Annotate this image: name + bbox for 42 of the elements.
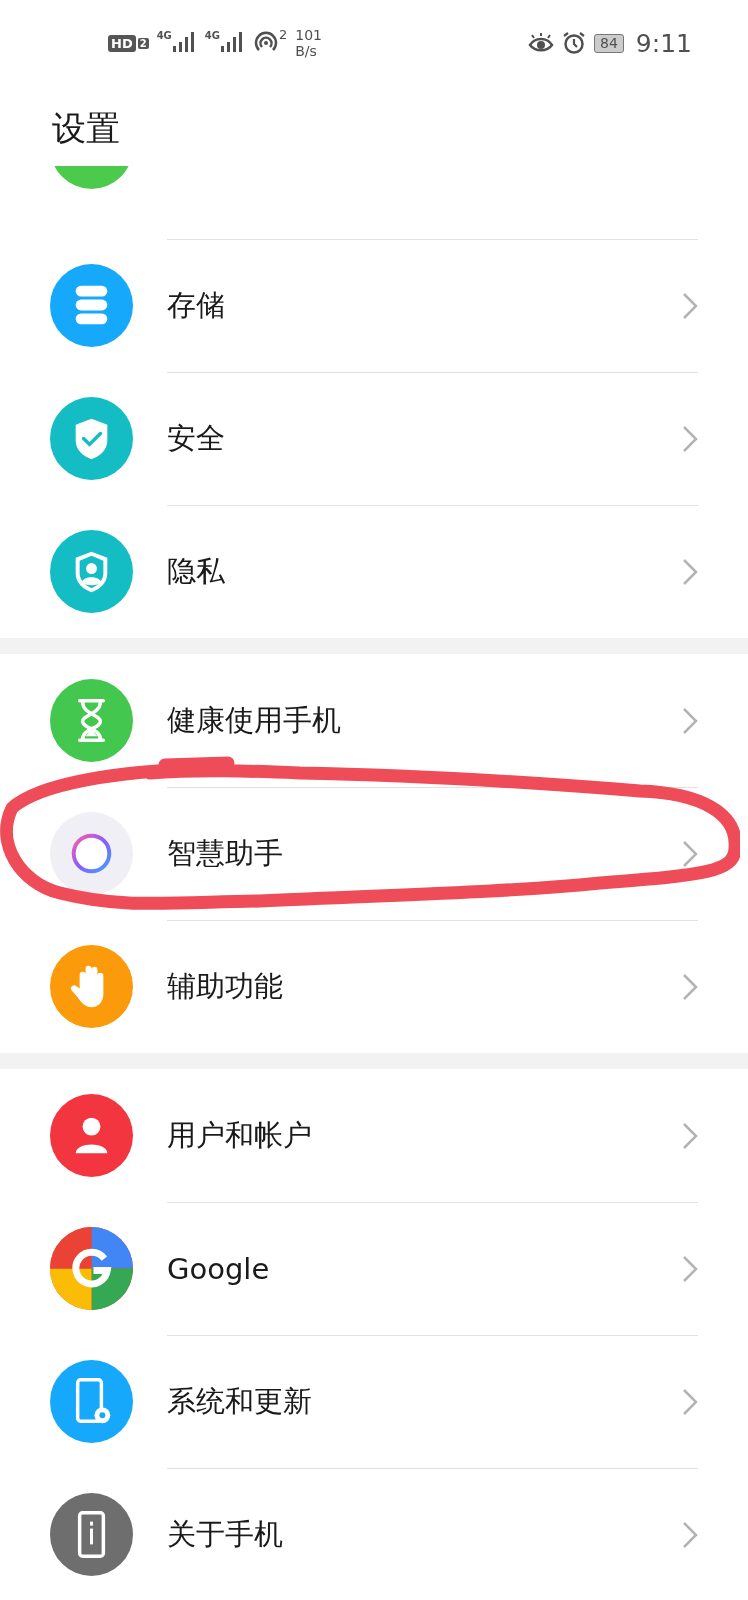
settings-item-label: 安全 bbox=[167, 420, 226, 457]
settings-item-label: 存储 bbox=[167, 287, 226, 324]
settings-item[interactable]: 系统和更新 bbox=[0, 1335, 748, 1468]
chevron-right-icon bbox=[682, 425, 698, 453]
settings-item-label: 智慧助手 bbox=[167, 835, 284, 872]
battery-level: 84 bbox=[594, 33, 624, 53]
settings-item[interactable]: 智慧助手 bbox=[0, 787, 748, 920]
clock-time: 9:11 bbox=[635, 28, 692, 58]
settings-item[interactable]: 隐私 bbox=[0, 505, 748, 638]
settings-item-label: 隐私 bbox=[167, 553, 226, 590]
hotspot-count: 2 bbox=[279, 27, 288, 42]
chevron-right-icon bbox=[682, 1121, 698, 1150]
speed-value: 101 bbox=[295, 27, 322, 43]
settings-item-label: 用户和帐户 bbox=[167, 1116, 313, 1154]
chevron-right-icon bbox=[682, 1255, 698, 1283]
settings-item[interactable]: 健康使用手机 bbox=[0, 654, 748, 787]
settings-item-label: 健康使用手机 bbox=[167, 701, 342, 739]
settings-item[interactable]: 用户和帐户 bbox=[0, 1069, 748, 1202]
settings-item[interactable]: 安全 bbox=[0, 372, 748, 505]
eye-icon bbox=[528, 32, 555, 54]
hd-badge: HD bbox=[108, 34, 136, 52]
chevron-right-icon bbox=[682, 840, 698, 868]
chevron-right-icon bbox=[682, 973, 698, 1001]
alarm-icon bbox=[562, 31, 587, 55]
speed-unit: B/s bbox=[295, 43, 318, 59]
chevron-right-icon bbox=[682, 558, 698, 586]
chevron-right-icon bbox=[682, 1521, 698, 1549]
network-type: 4G bbox=[156, 30, 172, 41]
chevron-right-icon bbox=[682, 1388, 698, 1416]
settings-item[interactable]: 存储 bbox=[0, 239, 748, 372]
chevron-right-icon bbox=[682, 292, 698, 320]
settings-item-label: Google bbox=[167, 1252, 271, 1286]
chevron-right-icon bbox=[682, 706, 698, 735]
settings-item[interactable]: Google bbox=[0, 1202, 748, 1335]
settings-item[interactable]: 辅助功能 bbox=[0, 920, 748, 1053]
network-type: 4G bbox=[204, 30, 220, 41]
page-title: 设置 bbox=[51, 107, 121, 150]
settings-item-label: 辅助功能 bbox=[167, 968, 284, 1005]
settings-item-label: 关于手机 bbox=[167, 1516, 284, 1553]
hd-sim-badge: 2 bbox=[137, 37, 149, 49]
settings-item[interactable]: 关于手机 bbox=[0, 1468, 748, 1600]
settings-item-label: 系统和更新 bbox=[167, 1383, 313, 1420]
